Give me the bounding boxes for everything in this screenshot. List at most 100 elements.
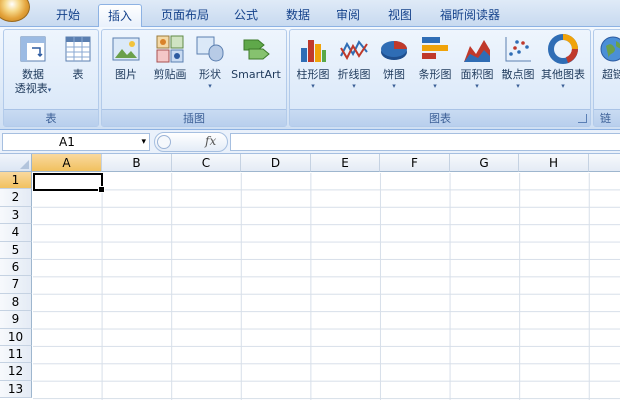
tab-page-layout[interactable]: 页面布局 — [150, 4, 220, 27]
picture-label: 图片 — [115, 68, 137, 81]
tab-foxit-reader[interactable]: 福昕阅读器 — [432, 4, 508, 27]
name-box-value: A1 — [59, 135, 75, 149]
column-chart-label: 柱形图 — [296, 68, 330, 81]
scatter-chart-button[interactable]: 散点图 ▾ — [498, 34, 538, 91]
tab-data[interactable]: 数据 — [278, 4, 318, 27]
row-header-3[interactable]: 3 — [0, 206, 32, 225]
row-header-13[interactable]: 13 — [0, 380, 32, 399]
column-header-b[interactable]: B — [102, 154, 172, 172]
globe-icon — [600, 36, 620, 62]
smartart-icon — [243, 39, 270, 60]
area-chart-label: 面积图 — [460, 68, 494, 81]
smartart-button[interactable]: SmartArt — [228, 34, 284, 82]
shapes-icon — [196, 36, 224, 62]
row-header-12[interactable]: 12 — [0, 363, 32, 381]
bar-chart-icon — [422, 37, 448, 59]
pie-chart-label: 饼图 — [383, 68, 405, 81]
shapes-label: 形状 — [199, 68, 221, 81]
tab-insert[interactable]: 插入 — [98, 4, 142, 28]
cell-area[interactable] — [33, 173, 620, 400]
smartart-label: SmartArt — [231, 68, 281, 81]
group-label-illustrations: 插图 — [102, 109, 286, 126]
column-header-partial[interactable] — [589, 154, 620, 172]
office-button[interactable] — [0, 0, 30, 22]
insert-function-button[interactable]: fx — [205, 134, 216, 148]
other-charts-button[interactable]: 其他图表 ▾ — [538, 34, 588, 91]
picture-icon — [112, 37, 140, 61]
line-chart-button[interactable]: 折线图 ▾ — [334, 34, 374, 91]
formula-bar-circle-icon — [157, 135, 171, 149]
column-header-f[interactable]: F — [380, 154, 450, 172]
table-icon — [65, 36, 91, 62]
scatter-chart-label: 散点图 — [501, 68, 535, 81]
column-header-g[interactable]: G — [450, 154, 519, 172]
group-tables: 数据 透视表▾ 表 表 — [3, 29, 99, 127]
row-header-10[interactable]: 10 — [0, 328, 32, 346]
ribbon-tab-bar: 开始 插入 页面布局 公式 数据 审阅 视图 福昕阅读器 — [0, 0, 620, 28]
group-links: 超链 链 — [593, 29, 620, 127]
formula-input[interactable] — [230, 133, 620, 151]
table-label: 表 — [72, 68, 84, 81]
pivot-table-label-2: 透视表 — [14, 82, 48, 95]
tab-review[interactable]: 审阅 — [328, 4, 368, 27]
bar-chart-button[interactable]: 条形图 ▾ — [414, 34, 456, 91]
chevron-down-icon: ▾ — [47, 86, 52, 94]
area-chart-button[interactable]: 面积图 ▾ — [457, 34, 497, 91]
chevron-down-icon: ▾ — [208, 82, 212, 90]
table-button[interactable]: 表 — [60, 34, 96, 82]
row-header-1[interactable]: 1 — [0, 172, 32, 190]
shapes-button[interactable]: 形状 ▾ — [194, 34, 226, 91]
other-charts-label: 其他图表 — [541, 68, 585, 81]
area-chart-icon — [464, 40, 490, 62]
scatter-chart-icon — [505, 37, 531, 62]
hyperlink-button[interactable]: 超链 — [596, 34, 620, 82]
row-header-8[interactable]: 8 — [0, 293, 32, 312]
column-header-a[interactable]: A — [32, 154, 102, 172]
chevron-down-icon: ▾ — [561, 82, 565, 90]
name-box[interactable]: A1 ▾ — [2, 133, 150, 151]
clipart-icon — [156, 35, 184, 63]
column-header-h[interactable]: H — [519, 154, 589, 172]
tab-formulas[interactable]: 公式 — [226, 4, 266, 27]
row-header-11[interactable]: 11 — [0, 346, 32, 364]
clipart-button[interactable]: 剪贴画 — [148, 34, 192, 82]
row-header-2[interactable]: 2 — [0, 189, 32, 207]
formula-bar: A1 ▾ fx — [0, 130, 620, 154]
group-label-tables: 表 — [4, 109, 98, 126]
tab-home[interactable]: 开始 — [42, 4, 94, 27]
row-header-5[interactable]: 5 — [0, 241, 32, 259]
group-label-links: 链 — [594, 109, 620, 126]
hyperlink-label: 超链 — [602, 68, 620, 81]
column-chart-button[interactable]: 柱形图 ▾ — [293, 34, 333, 91]
tab-view[interactable]: 视图 — [380, 4, 420, 27]
doughnut-chart-icon — [548, 34, 578, 64]
bar-chart-label: 条形图 — [418, 68, 452, 81]
pie-chart-button[interactable]: 饼图 ▾ — [376, 34, 412, 91]
clipart-label: 剪贴画 — [153, 68, 187, 81]
row-header-6[interactable]: 6 — [0, 259, 32, 277]
row-header-7[interactable]: 7 — [0, 276, 32, 294]
worksheet-grid: A B C D E F G H 1 2 3 4 5 6 7 8 9 10 11 … — [0, 154, 620, 400]
name-box-dropdown-icon[interactable]: ▾ — [141, 134, 146, 150]
pie-chart-icon — [381, 41, 407, 60]
chevron-down-icon: ▾ — [311, 82, 315, 90]
picture-button[interactable]: 图片 — [106, 34, 146, 82]
formula-tools: fx — [154, 132, 228, 152]
chevron-down-icon: ▾ — [433, 82, 437, 90]
column-header-c[interactable]: C — [172, 154, 241, 172]
line-chart-icon — [340, 40, 368, 61]
dialog-launcher-icon[interactable] — [578, 114, 587, 123]
group-charts: 柱形图 ▾ 折线图 ▾ 饼图 ▾ 条形图 ▾ 面积图 ▾ 散点图 ▾ 其他图表 … — [289, 29, 591, 127]
pivot-table-icon — [20, 36, 46, 62]
select-all-corner[interactable] — [0, 154, 32, 172]
row-header-9[interactable]: 9 — [0, 311, 32, 329]
chevron-down-icon: ▾ — [475, 82, 479, 90]
column-header-d[interactable]: D — [241, 154, 311, 172]
group-label-charts: 图表 — [290, 109, 590, 126]
active-cell-a1[interactable] — [33, 172, 105, 193]
column-header-e[interactable]: E — [311, 154, 380, 172]
pivot-table-button[interactable]: 数据 透视表▾ — [7, 34, 59, 96]
row-header-4[interactable]: 4 — [0, 224, 32, 242]
column-chart-icon — [301, 40, 326, 62]
chevron-down-icon: ▾ — [516, 82, 520, 90]
